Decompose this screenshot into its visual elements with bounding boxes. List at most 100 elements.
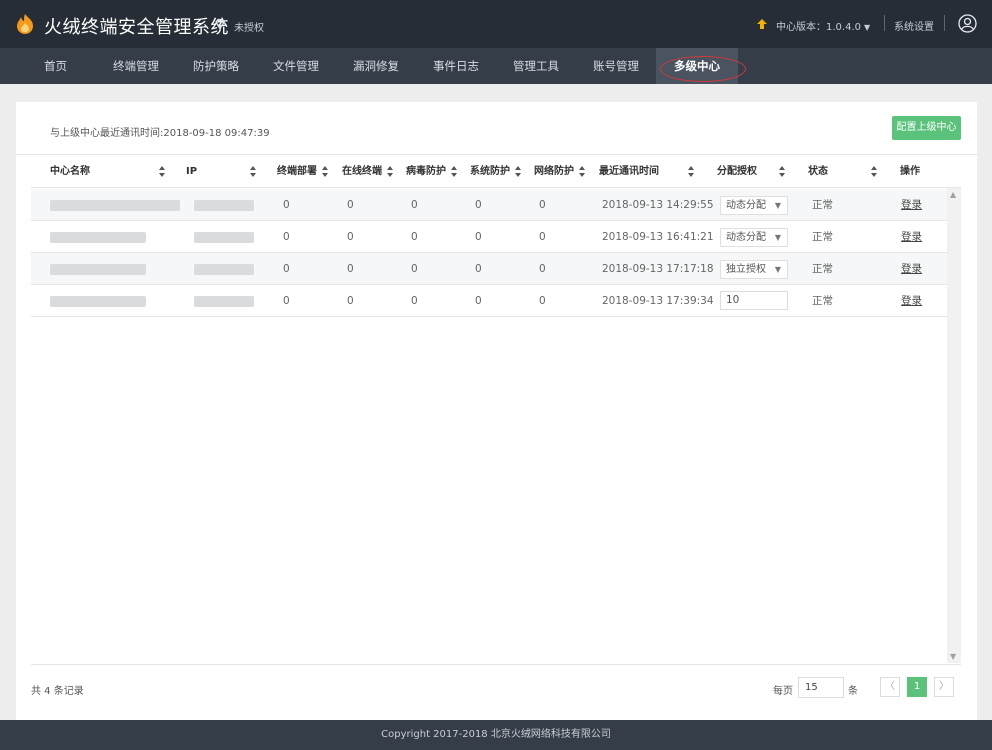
per-page-label: 每页 bbox=[773, 686, 793, 697]
cell-terminals: 0 bbox=[283, 263, 290, 275]
sort-icon[interactable] bbox=[579, 166, 585, 177]
select-value: 动态分配 bbox=[726, 232, 766, 243]
huorong-logo-icon bbox=[17, 14, 33, 34]
login-link[interactable]: 登录 bbox=[901, 189, 922, 221]
cell-system: 0 bbox=[475, 295, 482, 307]
cell-status: 正常 bbox=[812, 263, 833, 275]
sort-icon[interactable] bbox=[779, 166, 785, 177]
column-header-network-protection[interactable]: 网络防护 bbox=[534, 155, 574, 188]
cell-network: 0 bbox=[539, 199, 546, 211]
nav-item-management-tools[interactable]: 管理工具 bbox=[513, 48, 559, 84]
chevron-down-icon: ▼ bbox=[774, 265, 781, 274]
login-link[interactable]: 登录 bbox=[901, 253, 922, 285]
redacted-center-name bbox=[50, 264, 146, 275]
table-row: 0 0 0 0 0 2018-09-13 16:41:21 动态分配 ▼ 正常 登… bbox=[31, 221, 948, 253]
cell-virus: 0 bbox=[411, 199, 418, 211]
nav-item-vulnerability-fix[interactable]: 漏洞修复 bbox=[353, 48, 399, 84]
scroll-down-icon[interactable]: ▼ bbox=[950, 652, 956, 661]
sort-icon[interactable] bbox=[159, 166, 165, 177]
sort-icon[interactable] bbox=[515, 166, 521, 177]
cell-system: 0 bbox=[475, 263, 482, 275]
scroll-up-icon[interactable]: ▲ bbox=[950, 190, 956, 199]
redacted-ip bbox=[194, 296, 254, 307]
column-header-last-communication[interactable]: 最近通讯时间 bbox=[599, 155, 659, 188]
system-settings-link[interactable]: 系统设置 bbox=[894, 18, 934, 33]
redacted-ip bbox=[194, 264, 254, 275]
upgrade-icon bbox=[757, 19, 767, 29]
column-header-online-terminals[interactable]: 在线终端 bbox=[342, 155, 382, 188]
cell-network: 0 bbox=[539, 263, 546, 275]
license-allocation-select[interactable]: 动态分配 ▼ bbox=[720, 228, 788, 247]
total-records: 共 4 条记录 bbox=[31, 686, 84, 697]
header-divider bbox=[884, 15, 885, 31]
column-header-system-protection[interactable]: 系统防护 bbox=[470, 155, 510, 188]
main-panel: 与上级中心最近通讯时间:2018-09-18 09:47:39 配置上级中心 中… bbox=[16, 102, 977, 720]
sort-icon[interactable] bbox=[387, 166, 393, 177]
redacted-center-name bbox=[50, 296, 146, 307]
divider bbox=[31, 664, 961, 665]
last-sync-time: 与上级中心最近通讯时间:2018-09-18 09:47:39 bbox=[50, 128, 270, 139]
sort-icon[interactable] bbox=[322, 166, 328, 177]
cell-terminals: 0 bbox=[283, 199, 290, 211]
select-value: 动态分配 bbox=[726, 200, 766, 211]
sort-icon[interactable] bbox=[871, 166, 877, 177]
main-nav: 首页 终端管理 防护策略 文件管理 漏洞修复 事件日志 管理工具 账号管理 多级… bbox=[0, 48, 992, 84]
sort-icon[interactable] bbox=[688, 166, 694, 177]
nav-item-event-log[interactable]: 事件日志 bbox=[433, 48, 479, 84]
diamond-icon bbox=[215, 18, 225, 30]
license-allocation-select[interactable]: 独立授权 ▼ bbox=[720, 260, 788, 279]
cell-status: 正常 bbox=[812, 295, 833, 307]
column-header-virus-protection[interactable]: 病毒防护 bbox=[406, 155, 446, 188]
redacted-ip bbox=[194, 232, 254, 243]
sort-icon[interactable] bbox=[250, 166, 256, 177]
version-label: 中心版本：1.0.4.0 bbox=[776, 22, 861, 33]
cell-network: 0 bbox=[539, 231, 546, 243]
cell-network: 0 bbox=[539, 295, 546, 307]
login-link[interactable]: 登录 bbox=[901, 221, 922, 253]
nav-item-account-management[interactable]: 账号管理 bbox=[593, 48, 639, 84]
cell-last-communication: 2018-09-13 14:29:55 bbox=[602, 199, 714, 211]
prev-page-button[interactable]: 〈 bbox=[880, 677, 900, 697]
header-divider bbox=[944, 15, 945, 31]
cell-status: 正常 bbox=[812, 231, 833, 243]
redacted-center-name bbox=[50, 232, 146, 243]
nav-item-home[interactable]: 首页 bbox=[44, 48, 67, 84]
license-status: 未授权 bbox=[234, 23, 264, 34]
column-header-terminal-deployment[interactable]: 终端部署 bbox=[277, 155, 317, 188]
cell-online: 0 bbox=[347, 263, 354, 275]
nav-item-file-management[interactable]: 文件管理 bbox=[273, 48, 319, 84]
chevron-down-icon: ▼ bbox=[774, 233, 781, 242]
nav-item-multi-level-center[interactable]: 多级中心 bbox=[656, 48, 738, 84]
version-dropdown[interactable]: 中心版本：1.0.4.0 ▼ bbox=[776, 18, 870, 33]
cell-virus: 0 bbox=[411, 231, 418, 243]
per-page-unit: 条 bbox=[848, 686, 858, 697]
per-page-input[interactable]: 15 bbox=[798, 677, 844, 698]
cell-terminals: 0 bbox=[283, 231, 290, 243]
column-header-license-allocation[interactable]: 分配授权 bbox=[717, 155, 757, 188]
configure-parent-center-button[interactable]: 配置上级中心 bbox=[892, 116, 961, 140]
license-allocation-select[interactable]: 动态分配 ▼ bbox=[720, 196, 788, 215]
sort-icon[interactable] bbox=[451, 166, 457, 177]
select-value: 独立授权 bbox=[726, 264, 766, 275]
column-header-ip[interactable]: IP bbox=[186, 155, 197, 188]
redacted-ip bbox=[194, 200, 254, 211]
cell-online: 0 bbox=[347, 295, 354, 307]
vertical-scrollbar[interactable]: ▲ ▼ bbox=[947, 188, 961, 663]
chevron-down-icon: ▼ bbox=[864, 23, 871, 32]
cell-virus: 0 bbox=[411, 295, 418, 307]
user-avatar-icon[interactable] bbox=[958, 14, 977, 33]
page-button-current[interactable]: 1 bbox=[907, 677, 927, 697]
login-link[interactable]: 登录 bbox=[901, 285, 922, 317]
top-bar: 火绒终端安全管理系统 未授权 中心版本：1.0.4.0 ▼ 系统设置 bbox=[0, 0, 992, 48]
redacted-center-name bbox=[50, 200, 180, 211]
cell-terminals: 0 bbox=[283, 295, 290, 307]
license-count-input[interactable]: 10 bbox=[720, 291, 788, 310]
cell-last-communication: 2018-09-13 16:41:21 bbox=[602, 231, 714, 243]
cell-online: 0 bbox=[347, 199, 354, 211]
column-header-status[interactable]: 状态 bbox=[808, 155, 828, 188]
nav-item-terminals[interactable]: 终端管理 bbox=[113, 48, 159, 84]
next-page-button[interactable]: 〉 bbox=[934, 677, 954, 697]
nav-item-protection-policy[interactable]: 防护策略 bbox=[193, 48, 239, 84]
cell-system: 0 bbox=[475, 199, 482, 211]
column-header-center-name[interactable]: 中心名称 bbox=[50, 155, 90, 188]
